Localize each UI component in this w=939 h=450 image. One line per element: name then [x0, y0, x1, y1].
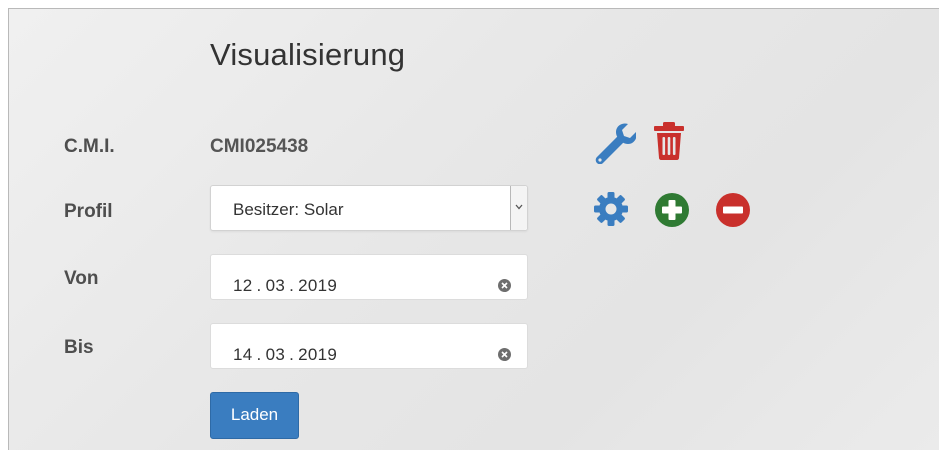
- cmi-value: CMI025438: [210, 136, 309, 157]
- profil-select[interactable]: Besitzer: Solar: [210, 185, 528, 231]
- page-title: Visualisierung: [210, 37, 406, 72]
- trash-icon[interactable]: [652, 122, 686, 165]
- profil-label: Profil: [64, 201, 113, 222]
- laden-button[interactable]: Laden: [210, 392, 299, 439]
- clear-icon[interactable]: [498, 348, 511, 361]
- plus-circle-icon[interactable]: [654, 192, 690, 233]
- cmi-label: C.M.I.: [64, 136, 115, 157]
- clear-icon[interactable]: [498, 279, 511, 292]
- bis-label: Bis: [64, 337, 94, 358]
- gear-icon[interactable]: [593, 191, 629, 232]
- von-date-input[interactable]: 12 . 03 . 2019: [210, 254, 528, 300]
- minus-circle-icon[interactable]: [715, 192, 751, 233]
- form-panel: Visualisierung C.M.I. CMI025438 Profil B…: [8, 8, 939, 450]
- bis-date-input[interactable]: 14 . 03 . 2019: [210, 323, 528, 369]
- bis-date-value: 14 . 03 . 2019: [233, 345, 338, 364]
- von-date-value: 12 . 03 . 2019: [233, 276, 338, 295]
- chevron-down-icon[interactable]: [510, 186, 527, 230]
- profil-selected-value: Besitzer: Solar: [233, 200, 344, 219]
- von-label: Von: [64, 268, 99, 289]
- wrench-icon[interactable]: [592, 120, 637, 169]
